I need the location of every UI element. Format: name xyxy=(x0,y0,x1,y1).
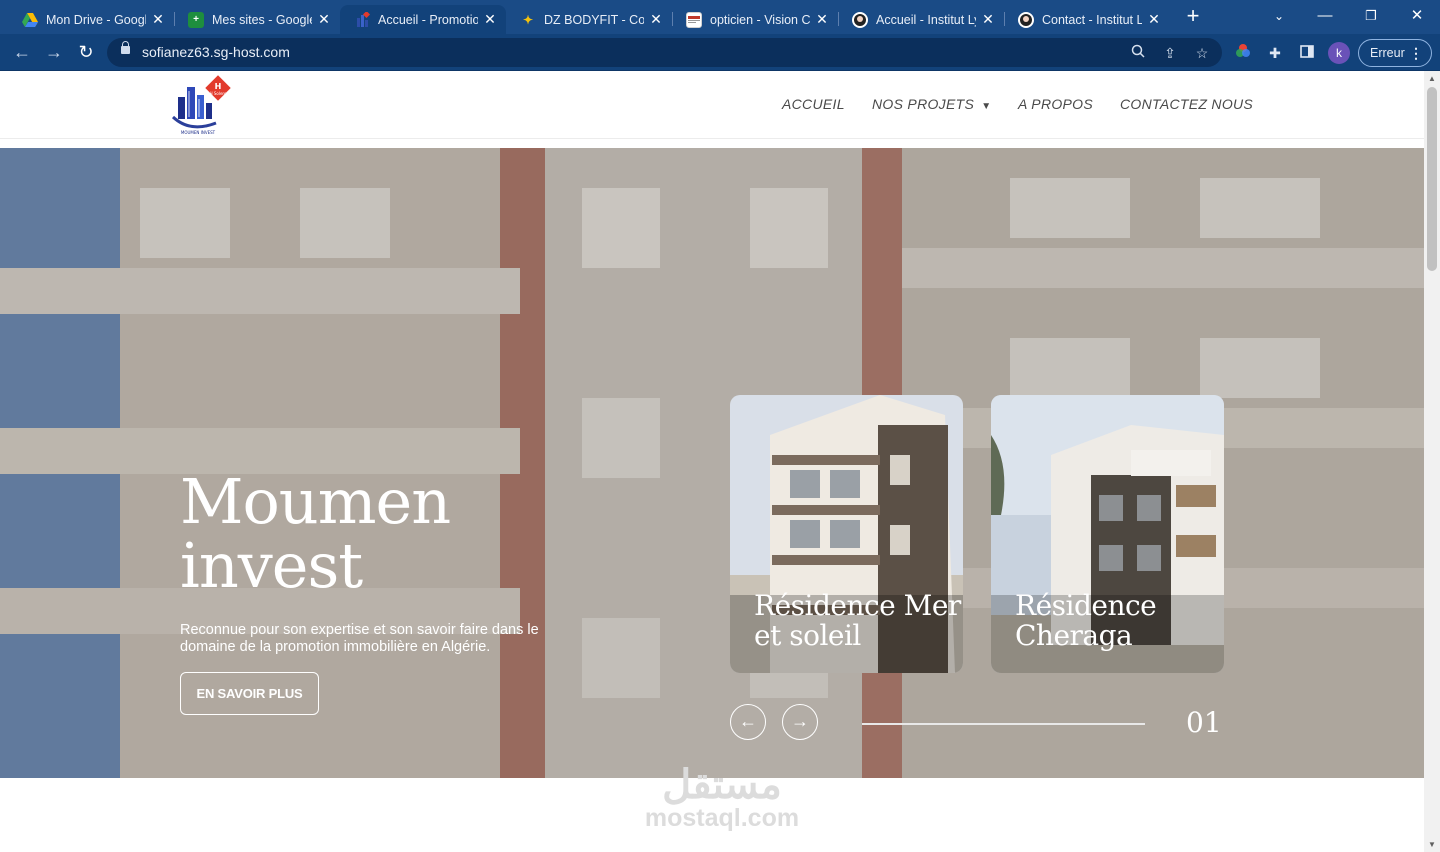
tab-title: Mon Drive - Google Drive xyxy=(46,12,146,27)
tab-close-icon[interactable]: ✕ xyxy=(1146,11,1162,28)
error-label: Erreur xyxy=(1370,46,1405,60)
error-button[interactable]: Erreur ⋮ xyxy=(1358,39,1432,67)
page-scrollbar[interactable]: ▲ ▼ xyxy=(1424,71,1440,852)
forward-arrow-icon[interactable]: → xyxy=(42,41,66,65)
tab-title: Accueil - Promotion immobilière xyxy=(378,12,478,27)
reload-icon[interactable]: ↻ xyxy=(74,41,98,65)
slider-next-arrow-icon[interactable]: → xyxy=(782,704,818,740)
nav-nos-projets-label: NOS PROJETS xyxy=(872,96,975,112)
tab-close-icon[interactable]: ✕ xyxy=(482,11,498,28)
lock-icon xyxy=(121,41,130,54)
hero-title-line2: invest xyxy=(180,529,363,602)
google-drive-icon xyxy=(22,12,38,28)
en-savoir-plus-button[interactable]: EN SAVOIR PLUS xyxy=(180,672,319,715)
scroll-down-arrow-icon[interactable]: ▼ xyxy=(1428,840,1436,849)
watermark-arabic: مستقل xyxy=(662,763,782,807)
hero-title: Moumen invest xyxy=(180,465,451,602)
scroll-up-arrow-icon[interactable]: ▲ xyxy=(1428,74,1436,83)
tab-dz-bodyfit[interactable]: ✦ DZ BODYFIT - Coming soon ✕ xyxy=(506,5,672,34)
tab-title: Contact - Institut Lyna xyxy=(1042,12,1142,27)
address-bar[interactable]: sofianez63.sg-host.com ⇪ ☆ xyxy=(107,38,1222,67)
hero-subtitle: Reconnue pour son expertise et son savoi… xyxy=(180,622,539,655)
back-arrow-icon[interactable]: ← xyxy=(10,41,34,65)
hero-title-line1: Moumen xyxy=(180,465,451,538)
logo-badge-text: H Solere xyxy=(210,91,227,96)
browser-tab-bar: Mon Drive - Google Drive ✕ + Mes sites -… xyxy=(0,0,1440,34)
tab-title: opticien - Vision Care xyxy=(710,12,810,27)
hero-section: Moumen invest Reconnue pour son expertis… xyxy=(0,148,1424,778)
color-extension-icon[interactable] xyxy=(1233,43,1253,63)
watermark-latin: mostaql.com xyxy=(644,804,800,832)
slide-number: 01 xyxy=(1186,706,1222,739)
logo-badge-letter: H xyxy=(215,82,222,91)
opticien-icon xyxy=(686,11,702,28)
tab-close-icon[interactable]: ✕ xyxy=(814,11,830,28)
nav-nos-projets[interactable]: NOS PROJETS ▼ xyxy=(872,96,992,112)
more-menu-icon[interactable]: ⋮ xyxy=(1409,40,1423,66)
extensions-puzzle-icon[interactable]: ✚ xyxy=(1265,43,1285,63)
tab-search-chevron-icon[interactable]: ⌄ xyxy=(1264,6,1294,28)
restore-icon[interactable]: ❐ xyxy=(1356,6,1386,28)
nav-contactez-nous[interactable]: CONTACTEZ NOUS xyxy=(1120,96,1253,112)
browser-toolbar: ← → ↻ sofianez63.sg-host.com ⇪ ☆ ✚ k Err… xyxy=(0,34,1440,71)
tab-accueil-promotion[interactable]: Accueil - Promotion immobilière ✕ xyxy=(340,5,506,34)
project-card-cheraga[interactable]: Résidence Cheraga xyxy=(991,395,1224,673)
bookmark-star-icon[interactable]: ☆ xyxy=(1192,43,1212,63)
tab-title: Accueil - Institut Lyna xyxy=(876,12,976,27)
tab-google-sites[interactable]: + Mes sites - Google Sites ✕ xyxy=(174,5,340,34)
slider-prev-arrow-icon[interactable]: ← xyxy=(730,704,766,740)
mostaql-watermark: مستقل mostaql.com xyxy=(632,765,812,831)
project-card-title: Résidence Mer et soleil xyxy=(754,589,961,652)
tab-accueil-institut[interactable]: Accueil - Institut Lyna ✕ xyxy=(838,5,1004,34)
tab-close-icon[interactable]: ✕ xyxy=(980,11,996,28)
tab-close-icon[interactable]: ✕ xyxy=(150,11,166,28)
tab-opticien[interactable]: opticien - Vision Care ✕ xyxy=(672,5,838,34)
close-window-icon[interactable]: ✕ xyxy=(1402,6,1432,28)
url-text[interactable]: sofianez63.sg-host.com xyxy=(142,44,290,60)
new-tab-plus-icon[interactable]: + xyxy=(1182,5,1204,28)
nav-a-propos[interactable]: A PROPOS xyxy=(1018,96,1093,112)
institut-icon xyxy=(1018,11,1034,28)
share-icon[interactable]: ⇪ xyxy=(1160,43,1180,63)
side-panel-icon[interactable] xyxy=(1297,43,1317,63)
page-viewport: H H Solere MOUMEN INVEST ACCUEIL NOS PRO… xyxy=(0,71,1424,852)
institut-icon xyxy=(852,11,868,28)
bodyfit-icon: ✦ xyxy=(522,12,534,27)
tab-close-icon[interactable]: ✕ xyxy=(316,11,332,28)
tab-close-icon[interactable]: ✕ xyxy=(648,11,664,28)
nav-accueil[interactable]: ACCUEIL xyxy=(782,96,845,112)
tab-title: Mes sites - Google Sites xyxy=(212,12,312,27)
site-header: H H Solere MOUMEN INVEST ACCUEIL NOS PRO… xyxy=(0,71,1424,139)
project-card-mer-et-soleil[interactable]: Résidence Mer et soleil xyxy=(730,395,963,673)
moumen-invest-logo[interactable]: H H Solere MOUMEN INVEST xyxy=(170,75,240,137)
tab-contact-institut[interactable]: Contact - Institut Lyna ✕ xyxy=(1004,5,1170,34)
logo-caption: MOUMEN INVEST xyxy=(181,130,216,135)
chevron-down-icon: ▼ xyxy=(981,101,992,112)
moumen-invest-icon xyxy=(354,11,370,28)
tab-title: DZ BODYFIT - Coming soon xyxy=(544,12,644,27)
google-sites-icon: + xyxy=(188,11,204,28)
slider-progress-line xyxy=(862,723,1145,725)
zoom-search-icon[interactable] xyxy=(1128,43,1148,63)
tab-google-drive[interactable]: Mon Drive - Google Drive ✕ xyxy=(8,5,174,34)
scrollbar-thumb[interactable] xyxy=(1427,87,1437,271)
minimize-icon[interactable]: — xyxy=(1310,6,1340,28)
project-card-title: Résidence Cheraga xyxy=(1015,589,1157,652)
profile-avatar[interactable]: k xyxy=(1328,42,1350,64)
